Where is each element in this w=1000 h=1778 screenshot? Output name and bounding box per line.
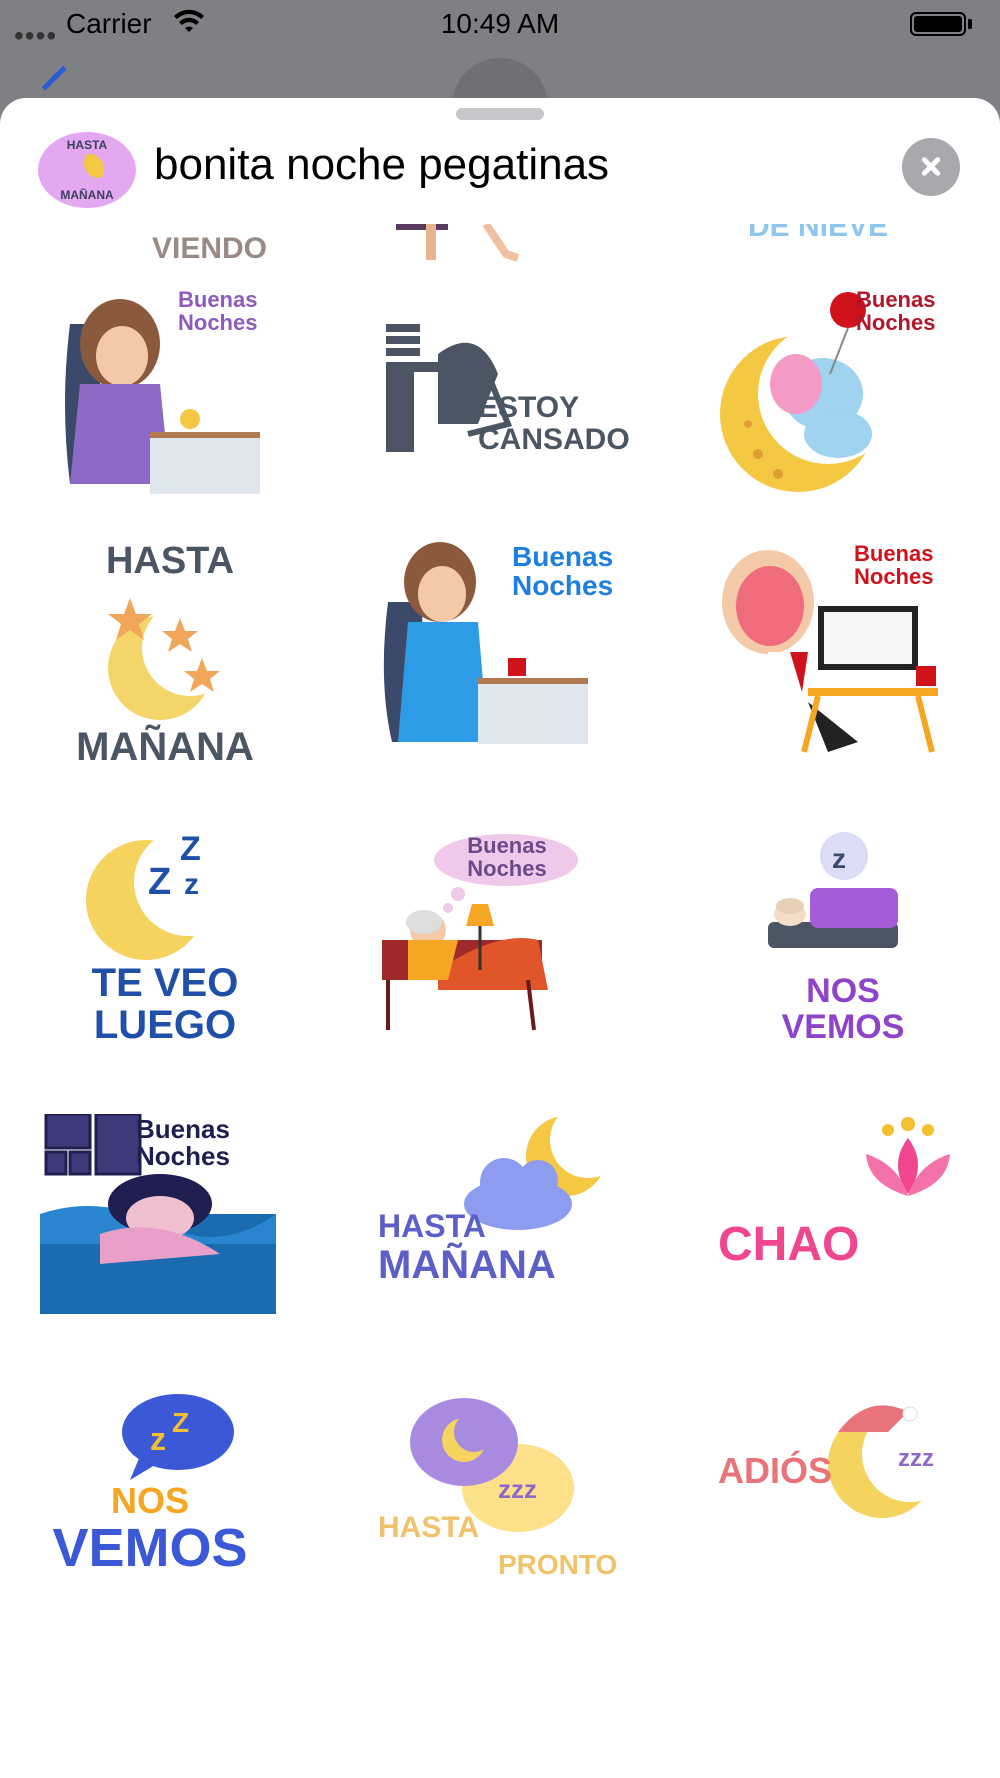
close-button[interactable]: [902, 138, 960, 196]
sticker-text: TE VEO LUEGO: [91, 961, 239, 1047]
sticker-buenas-noches-yawn-desk[interactable]: Buenas Noches: [718, 542, 978, 802]
sticker-hasta-manana-moon-stars[interactable]: HASTA MAÑANA: [40, 540, 300, 802]
svg-text:z: z: [832, 843, 846, 874]
partial-legs-illustration: [396, 224, 520, 262]
sticker-buenas-noches-elephant-moon[interactable]: Buenas Noches: [718, 284, 978, 544]
sticker-adios-moon-cap[interactable]: zzz ADIÓS: [718, 1392, 978, 1652]
sticker-text-bottom: MAÑANA: [76, 725, 254, 769]
app-icon-bottom-text: MAÑANA: [60, 188, 114, 202]
sticker-hasta-pronto-bubbles[interactable]: zzz HASTA PRONTO: [378, 1392, 638, 1652]
sticker-text: Buenas Noches: [854, 541, 934, 590]
sticker-text: Buenas Noches: [178, 287, 258, 336]
sticker-text-top: NOS: [110, 1480, 189, 1521]
clock: 10:49 AM: [440, 8, 560, 39]
sticker-text-top: HASTA: [105, 540, 235, 582]
partial-sticker-middle[interactable]: [396, 224, 536, 284]
svg-text:Z: Z: [148, 861, 171, 903]
sticker-hasta-manana-cloud-moon[interactable]: HASTA MAÑANA: [378, 1114, 638, 1374]
sticker-nos-vemos-bed[interactable]: z NOS VEMOS: [718, 830, 978, 1090]
sticker-grid[interactable]: VIENDO DE NIEVE Buenas Noches ESTOY CANS…: [0, 224, 1000, 1778]
sticker-buenas-noches-old-woman-bed[interactable]: Buenas Noches: [378, 830, 638, 1090]
svg-text:Z: Z: [172, 1407, 189, 1438]
sticker-buenas-noches-woman-clock[interactable]: Buenas Noches: [40, 284, 300, 544]
svg-text:z: z: [184, 868, 199, 901]
app-icon: HASTA MAÑANA: [38, 132, 136, 208]
sticker-text-top: HASTA: [378, 1511, 480, 1544]
sticker-text: Buenas Noches: [512, 541, 614, 602]
bed-sleep-illustration: z: [768, 832, 898, 948]
sticker-nos-vemos-bubble[interactable]: z Z NOS VEMOS: [40, 1392, 300, 1652]
sleep-bubble-icon: z Z: [122, 1394, 234, 1480]
sticker-text-bottom: MAÑANA: [378, 1243, 556, 1287]
moon-stars-illustration: [108, 598, 238, 720]
sticker-text-bottom: PRONTO: [498, 1549, 618, 1580]
sleepy-moon-illustration: Z Z z: [86, 830, 242, 960]
battery-icon: [910, 12, 966, 36]
sticker-text: CHAO: [718, 1218, 860, 1271]
app-icon-top-text: HASTA: [66, 138, 108, 152]
sticker-text-bottom: VEMOS: [52, 1518, 248, 1578]
sticker-text: ESTOY CANSADO: [478, 391, 630, 456]
sticker-text: NOS VEMOS: [781, 972, 905, 1046]
svg-text:Z: Z: [180, 830, 201, 868]
sticker-text: Buenas Noches: [136, 1114, 230, 1172]
svg-text:zzz: zzz: [898, 1445, 934, 1472]
battery-tip: [968, 19, 972, 29]
lotus-icon: [866, 1117, 950, 1196]
sheet-header: HASTA MAÑANA bonita noche pegatinas: [0, 124, 1000, 224]
sticker-buenas-noches-woman-blue[interactable]: Buenas Noches: [378, 542, 638, 802]
sheet-title: bonita noche pegatinas: [154, 140, 610, 189]
sticker-sheet: HASTA MAÑANA bonita noche pegatinas VIEN…: [0, 98, 1000, 1778]
moon-cap-illustration: zzz: [828, 1405, 958, 1518]
sticker-buenas-noches-sleeping-woman[interactable]: Buenas Noches: [40, 1112, 300, 1374]
svg-text:zzz: zzz: [498, 1474, 537, 1504]
status-bar: •••• Carrier 10:49 AM: [0, 0, 1000, 51]
svg-text:z: z: [150, 1421, 166, 1457]
sticker-text: Buenas Noches: [467, 833, 547, 882]
sheet-grabber[interactable]: [456, 108, 544, 120]
sticker-te-veo-luego-moon[interactable]: Z Z z TE VEO LUEGO: [40, 830, 300, 1090]
sticker-text: Buenas Noches: [856, 287, 936, 336]
partial-sticker-right[interactable]: DE NIEVE: [748, 224, 888, 270]
moon-icon: [74, 154, 104, 184]
sticker-estoy-cansado[interactable]: ESTOY CANSADO: [378, 284, 638, 544]
sticker-text-top: HASTA: [378, 1208, 486, 1244]
sticker-chao-lotus[interactable]: CHAO: [718, 1114, 978, 1374]
sticker-text: ADIÓS: [718, 1450, 833, 1491]
partial-sticker-left[interactable]: VIENDO: [152, 232, 267, 292]
